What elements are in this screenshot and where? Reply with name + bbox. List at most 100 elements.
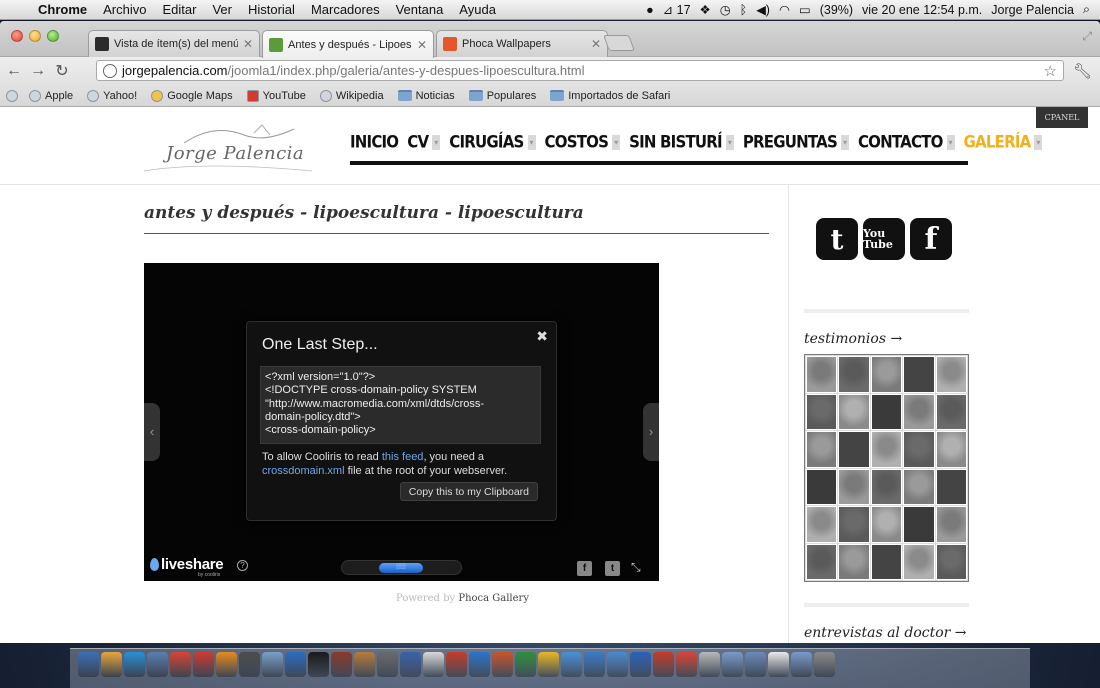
facebook-icon[interactable]: f: [910, 218, 952, 260]
dropdown-caret-icon[interactable]: ▾: [527, 134, 536, 150]
tab-close-icon[interactable]: ✕: [417, 38, 427, 52]
dock-app-icon[interactable]: [607, 652, 628, 677]
testimonial-photo[interactable]: [806, 506, 838, 543]
copy-to-clipboard-button[interactable]: Copy this to my Clipboard: [399, 482, 538, 501]
testimonial-photo[interactable]: [903, 393, 935, 430]
dock-app-icon[interactable]: [699, 652, 720, 677]
xml-snippet-box[interactable]: <?xml version="1.0"?> <!DOCTYPE cross-do…: [260, 366, 541, 444]
testimonial-photo[interactable]: [935, 431, 967, 468]
bookmark-youtube[interactable]: YouTube: [242, 89, 311, 102]
dock-app-icon[interactable]: [354, 652, 375, 677]
tab-close-icon[interactable]: ✕: [243, 37, 253, 51]
dock-app-icon[interactable]: [124, 652, 145, 677]
dropdown-caret-icon[interactable]: ▾: [946, 134, 955, 150]
dock-app-icon[interactable]: [561, 652, 582, 677]
twitter-icon[interactable]: t: [816, 218, 858, 260]
testimonial-photo[interactable]: [935, 543, 967, 580]
menu-app-name[interactable]: Chrome: [34, 2, 95, 17]
menu-editar[interactable]: Editar: [154, 2, 204, 17]
dock-app-icon[interactable]: [745, 652, 766, 677]
dock-app-icon[interactable]: [285, 652, 306, 677]
close-window-button[interactable]: [11, 30, 23, 42]
dropdown-caret-icon[interactable]: ▾: [840, 134, 849, 150]
testimonial-photo[interactable]: [903, 431, 935, 468]
dropdown-caret-icon[interactable]: ▾: [725, 134, 734, 150]
testimonial-photo[interactable]: [806, 393, 838, 430]
testimonial-photo[interactable]: [870, 393, 903, 430]
testimonial-photo[interactable]: [838, 506, 870, 543]
menu-ventana[interactable]: Ventana: [388, 2, 452, 17]
testimonial-photo[interactable]: [806, 543, 838, 580]
menu-ver[interactable]: Ver: [204, 2, 240, 17]
dock-app-icon[interactable]: [193, 652, 214, 677]
dock-app-icon[interactable]: [101, 652, 122, 677]
testimonial-photo[interactable]: [903, 468, 935, 505]
site-logo[interactable]: Jorge Palencia: [143, 121, 313, 177]
testimonial-photo[interactable]: [870, 468, 903, 505]
testimonial-photo[interactable]: [870, 356, 903, 393]
testimonial-photo[interactable]: [838, 543, 870, 580]
cooliris-gallery-player[interactable]: ‹ › One Last Step... ✖ <?xml version="1.…: [144, 263, 659, 581]
scrubber-thumb[interactable]: ⁞⁞⁞⁞⁞: [379, 563, 423, 573]
bookmark-folder-populares[interactable]: Populares: [464, 90, 542, 102]
dock-app-icon[interactable]: [538, 652, 559, 677]
close-icon[interactable]: ✖: [536, 328, 548, 345]
dock-app-icon[interactable]: [308, 652, 329, 677]
testimonial-photo[interactable]: [838, 393, 870, 430]
dock-app-icon[interactable]: [676, 652, 697, 677]
testimonial-photo[interactable]: [838, 431, 870, 468]
nav-cv[interactable]: CV ▾: [407, 132, 441, 152]
testimonial-photo[interactable]: [870, 543, 903, 580]
tab-phoca-wallpapers[interactable]: Phoca Wallpapers ✕: [436, 30, 608, 57]
dock-app-icon[interactable]: [170, 652, 191, 677]
dock-app-icon[interactable]: [147, 652, 168, 677]
menu-ayuda[interactable]: Ayuda: [451, 2, 504, 17]
fullscreen-window-icon[interactable]: ⤢: [1082, 29, 1092, 44]
facebook-share-icon[interactable]: f: [577, 561, 592, 576]
zoom-window-button[interactable]: [47, 30, 59, 42]
twitter-share-icon[interactable]: t: [605, 561, 620, 576]
apps-icon[interactable]: [6, 89, 18, 102]
bookmark-apple[interactable]: Apple: [24, 89, 78, 102]
next-arrow-icon[interactable]: ›: [643, 403, 659, 461]
dock-app-icon[interactable]: [584, 652, 605, 677]
liveshare-logo[interactable]: liveshare by cooliris: [150, 556, 224, 578]
this-feed-link[interactable]: this feed: [382, 451, 424, 463]
dock-app-icon[interactable]: [262, 652, 283, 677]
dock-app-icon[interactable]: [446, 652, 467, 677]
time-machine-icon[interactable]: ◷: [720, 2, 731, 17]
dock-app-icon[interactable]: [331, 652, 352, 677]
bookmark-folder-noticias[interactable]: Noticias: [393, 90, 460, 102]
gallery-scrubber[interactable]: ⁞⁞⁞⁞⁞: [341, 560, 462, 575]
testimonial-photo[interactable]: [903, 543, 935, 580]
testimonial-photo[interactable]: [903, 356, 935, 393]
dock-app-icon[interactable]: [722, 652, 743, 677]
dock-app-icon[interactable]: [469, 652, 490, 677]
entrevistas-link[interactable]: entrevistas al doctor →: [804, 625, 969, 643]
bookmark-folder-safari[interactable]: Importados de Safari: [545, 90, 675, 102]
back-icon[interactable]: ←: [6, 62, 22, 80]
adobe-updater-icon[interactable]: ⊿ 17: [663, 2, 691, 17]
testimonial-photo[interactable]: [903, 506, 935, 543]
help-icon[interactable]: ?: [237, 560, 248, 571]
address-bar[interactable]: jorgepalencia.com /joomla1/index.php/gal…: [96, 60, 1064, 81]
testimonial-photo[interactable]: [806, 431, 838, 468]
dropdown-caret-icon[interactable]: ▾: [432, 134, 441, 150]
dock-app-icon[interactable]: [492, 652, 513, 677]
wrench-menu-icon[interactable]: 🔧︎: [1073, 62, 1092, 80]
dock-app-icon[interactable]: [630, 652, 651, 677]
nav-inicio[interactable]: INICIO: [350, 132, 399, 153]
crossdomain-link[interactable]: crossdomain.xml: [262, 465, 345, 477]
dock-app-icon[interactable]: [791, 652, 812, 677]
forward-icon[interactable]: →: [30, 62, 46, 80]
dropdown-caret-icon[interactable]: ▾: [1034, 134, 1043, 150]
nav-sin-bisturi[interactable]: SIN BISTURÍ ▾: [629, 132, 734, 152]
testimonial-photo-grid[interactable]: [804, 354, 969, 582]
tab-antes-despues[interactable]: Antes y después - Lipoescult ✕: [262, 30, 434, 58]
previous-arrow-icon[interactable]: ‹: [144, 403, 160, 461]
testimonial-photo[interactable]: [806, 468, 838, 505]
dropbox-icon[interactable]: ❖: [700, 2, 711, 17]
dock-app-icon[interactable]: [768, 652, 789, 677]
reload-icon[interactable]: ↻: [54, 61, 70, 81]
phoca-gallery-link[interactable]: Phoca Gallery: [458, 593, 529, 604]
